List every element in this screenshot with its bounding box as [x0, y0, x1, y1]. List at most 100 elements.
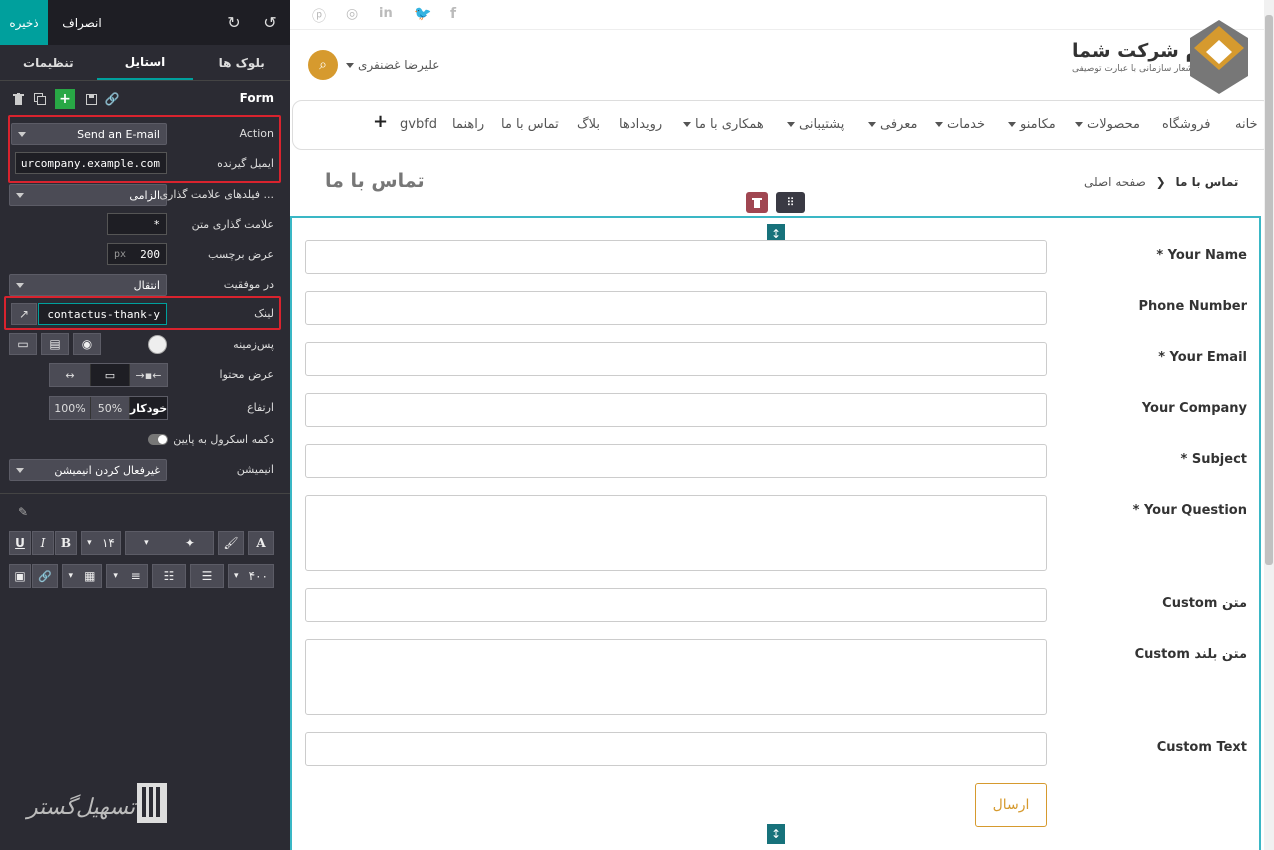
height-row: 100% 50% خودکار ارتفاع	[0, 396, 290, 420]
ordered-list-icon[interactable]: ☷	[152, 564, 186, 588]
nav-item-help[interactable]: راهنما	[452, 117, 484, 132]
label-width-input[interactable]: px 200	[107, 243, 167, 265]
field-label-name: * Your Name	[1156, 248, 1247, 263]
external-link-icon[interactable]: ↗	[11, 303, 37, 325]
nav-item-services[interactable]: خدمات	[935, 117, 985, 132]
undo-icon[interactable]: ↺	[260, 12, 280, 32]
height-options: 100% 50% خودکار	[49, 396, 168, 420]
animation-select[interactable]: غیرفعال کردن انیمیشن	[9, 459, 167, 481]
tab-settings[interactable]: تنظیمات	[0, 45, 97, 80]
width-medium-icon[interactable]: ▭	[90, 364, 129, 386]
twitter-icon[interactable]: 🐦	[414, 6, 431, 22]
custom-text-input[interactable]	[305, 588, 1047, 622]
nav-item-contact[interactable]: تماس با ما	[501, 117, 559, 132]
action-label: Action	[239, 127, 274, 140]
editor-panel: ذخیره انصراف ↻ ↺ تنظیمات استایل بلوک ها …	[0, 0, 290, 850]
brush-icon[interactable]: 🖌	[218, 531, 244, 555]
height-auto[interactable]: خودکار	[129, 397, 167, 419]
drag-handle-icon[interactable]: ⠿	[776, 192, 805, 213]
height-100[interactable]: 100%	[50, 397, 90, 419]
nav-item-home[interactable]: خانه	[1235, 117, 1258, 132]
image-width-select[interactable]: ▾ ۴۰۰	[228, 564, 274, 588]
nav-item-support[interactable]: پشتیبانی	[787, 117, 844, 132]
mark-fields-select[interactable]: الزامی	[9, 184, 167, 206]
bg-video-icon[interactable]: ▤	[41, 333, 69, 355]
table-icon[interactable]: ▾ ▦	[62, 564, 102, 588]
tab-style[interactable]: استایل	[96, 45, 194, 80]
nav-item-shop[interactable]: فروشگاه	[1162, 117, 1211, 132]
nav-item-events[interactable]: رویدادها	[619, 117, 662, 132]
image-icon[interactable]: ▣	[9, 564, 31, 588]
custom-text-2-input[interactable]	[305, 732, 1047, 766]
submit-button[interactable]: ارسال	[975, 783, 1047, 827]
field-label-custom-long: Custom متن بلند	[1134, 647, 1247, 662]
nav-item-products[interactable]: محصولات	[1075, 117, 1140, 132]
recipient-email-input[interactable]: urcompany.example.com	[15, 152, 167, 174]
linkedin-icon[interactable]: in	[379, 6, 393, 21]
delete-block-icon[interactable]	[746, 192, 768, 213]
save-button[interactable]: ذخیره	[0, 0, 48, 45]
pinterest-icon[interactable]: ⓟ	[312, 6, 326, 26]
link-insert-icon[interactable]: 🔗	[32, 564, 58, 588]
align-icon[interactable]: ▾ ≡	[106, 564, 148, 588]
company-input[interactable]	[305, 393, 1047, 427]
style-select[interactable]: ▾ ✦	[125, 531, 214, 555]
cancel-button[interactable]: انصراف	[48, 0, 116, 45]
subject-input[interactable]	[305, 444, 1047, 478]
bg-camera-icon[interactable]: ◉	[73, 333, 101, 355]
bg-color-picker-icon[interactable]	[148, 335, 167, 354]
social-bar: ⓟ ◎ in 🐦 f	[290, 0, 1274, 30]
scrollbar-thumb[interactable]	[1265, 15, 1273, 565]
italic-icon[interactable]: I	[32, 531, 54, 555]
user-avatar[interactable]: ⌕	[308, 50, 338, 80]
svg-text:تسهیل‌گستر: تسهیل‌گستر	[25, 794, 138, 820]
add-menu-icon[interactable]: +	[373, 111, 388, 132]
tab-blocks[interactable]: بلوک ها	[193, 45, 290, 80]
field-label-email: * Your Email	[1158, 350, 1247, 365]
height-50[interactable]: 50%	[90, 397, 129, 419]
section-header: + 🔗 Form	[0, 86, 290, 112]
user-menu[interactable]: علیرضا غضنفری	[346, 58, 439, 72]
redo-icon[interactable]: ↻	[224, 12, 244, 32]
save-snippet-icon[interactable]	[83, 91, 99, 107]
unordered-list-icon[interactable]: ☰	[190, 564, 224, 588]
duplicate-icon[interactable]	[32, 91, 48, 107]
name-input[interactable]	[305, 240, 1047, 274]
custom-long-textarea[interactable]	[305, 639, 1047, 715]
link-input[interactable]: contactus-thank-y	[38, 303, 167, 325]
question-textarea[interactable]	[305, 495, 1047, 571]
width-small-icon[interactable]: →▪←	[129, 364, 167, 386]
underline-icon[interactable]: U	[9, 531, 31, 555]
nav-item-cooperation[interactable]: همکاری با ما	[683, 117, 764, 132]
nav-item-blog[interactable]: بلاگ	[577, 117, 600, 132]
breadcrumb-home[interactable]: صفحه اصلی	[1084, 175, 1146, 189]
on-success-select[interactable]: انتقال	[9, 274, 167, 296]
mark-fields-row: الزامی فیلدهای علامت گذاری ...	[0, 183, 290, 207]
nav-item-gvbfd[interactable]: gvbfd	[400, 117, 437, 132]
eraser-icon[interactable]: ✎	[14, 504, 32, 520]
chevron-left-icon: ❮	[1155, 175, 1166, 189]
link-icon[interactable]: 🔗	[104, 91, 120, 107]
scroll-button-toggle[interactable]	[148, 434, 168, 445]
bg-image-icon[interactable]: ▭	[9, 333, 37, 355]
font-size-select[interactable]: ▾ ۱۴	[81, 531, 121, 555]
font-color-icon[interactable]: A	[248, 531, 274, 555]
height-label: ارتفاع	[247, 401, 274, 414]
nav-item-about[interactable]: معرفی	[868, 117, 917, 132]
trash-icon[interactable]	[10, 91, 26, 107]
bold-icon[interactable]: B	[55, 531, 77, 555]
field-label-phone: Phone Number	[1138, 299, 1247, 314]
page-title: تماس با ما	[325, 170, 425, 192]
add-field-icon[interactable]: +	[55, 89, 75, 109]
phone-input[interactable]	[305, 291, 1047, 325]
facebook-icon[interactable]: f	[450, 6, 456, 22]
resize-bottom-icon[interactable]: ↕	[767, 824, 785, 844]
scrollbar[interactable]	[1264, 0, 1274, 850]
action-select[interactable]: Send an E-mail	[11, 123, 167, 145]
instagram-icon[interactable]: ◎	[346, 6, 358, 22]
width-full-icon[interactable]: ↔	[50, 364, 90, 386]
email-input[interactable]	[305, 342, 1047, 376]
mark-text-input[interactable]: *	[107, 213, 167, 235]
nav-item-megamenu[interactable]: مکامنو	[1008, 117, 1056, 132]
company-logo[interactable]	[1190, 20, 1248, 94]
